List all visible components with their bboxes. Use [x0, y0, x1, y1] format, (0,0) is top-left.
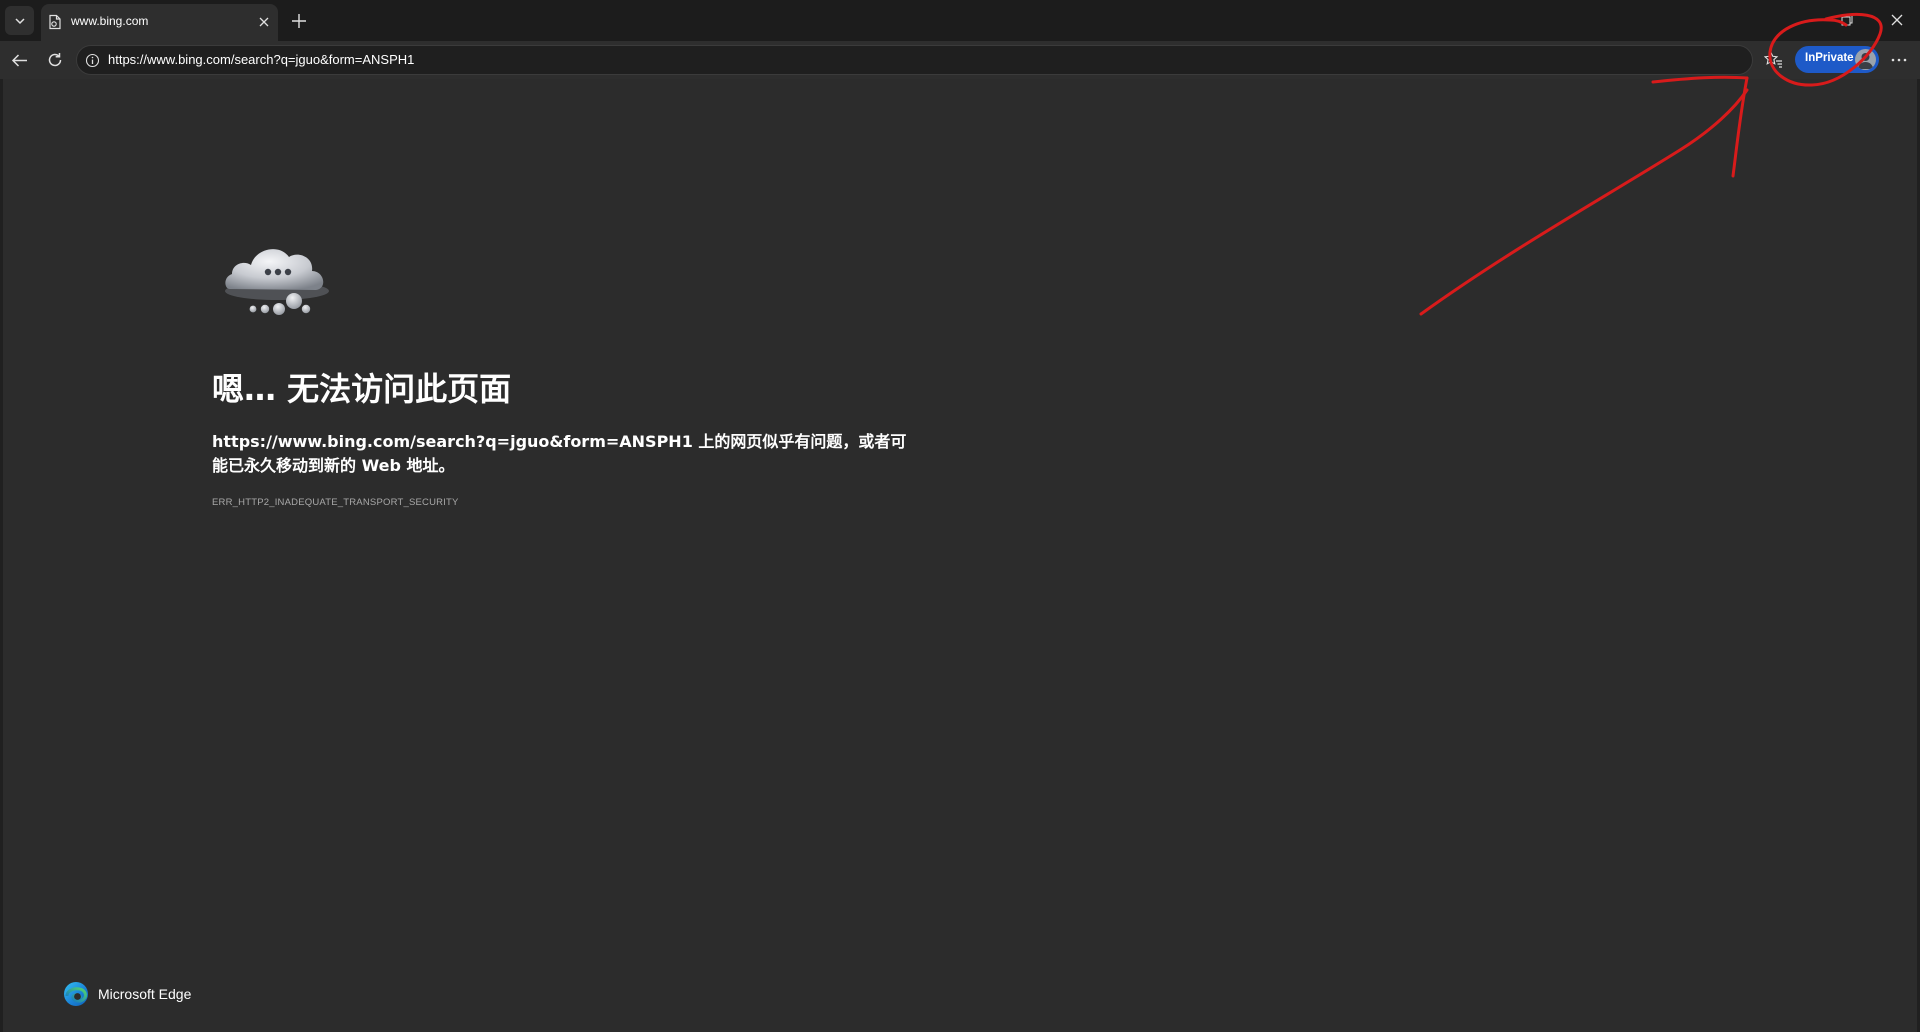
restore-icon[interactable]: [1841, 14, 1853, 26]
tab-title: www.bing.com: [71, 14, 149, 28]
page-title: 嗯… 无法访问此页面: [212, 370, 512, 408]
edge-logo-icon: [64, 982, 88, 1006]
more-icon[interactable]: [1890, 52, 1908, 68]
tab-bing[interactable]: www.bing.com: [41, 4, 278, 41]
chevron-down-icon: [14, 17, 25, 24]
window-close-icon[interactable]: [1889, 12, 1905, 28]
avatar: [1855, 49, 1876, 70]
inprivate-profile-button[interactable]: InPrivate: [1795, 46, 1879, 73]
plus-icon[interactable]: [290, 12, 308, 30]
address-bar[interactable]: https://www.bing.com/search?q=jguo&form=…: [76, 45, 1820, 75]
toolbar: https://www.bing.com/search?q=jguo&form=…: [0, 41, 1920, 79]
error-code: ERR_HTTP2_INADEQUATE_TRANSPORT_SECURITY: [212, 497, 459, 508]
close-icon[interactable]: [256, 14, 272, 30]
error-page: 嗯… 无法访问此页面 https://www.bing.com/search?q…: [3, 79, 1917, 1032]
brand-name: Microsoft Edge: [98, 986, 192, 1002]
info-icon[interactable]: [85, 53, 100, 68]
title-bar: www.bing.com: [0, 0, 1920, 41]
person-icon: [1858, 53, 1873, 69]
cloud-icon: [225, 249, 329, 315]
favorites-icon[interactable]: [1764, 51, 1783, 69]
tab-actions-button[interactable]: [5, 6, 34, 35]
error-message: https://www.bing.com/search?q=jguo&form=…: [212, 432, 907, 475]
arrow-left-icon[interactable]: [10, 51, 29, 70]
url-text[interactable]: https://www.bing.com/search?q=jguo&form=…: [108, 52, 414, 67]
refresh-icon[interactable]: [46, 51, 64, 69]
inprivate-label: InPrivate: [1805, 52, 1854, 64]
page-icon: [49, 14, 61, 30]
